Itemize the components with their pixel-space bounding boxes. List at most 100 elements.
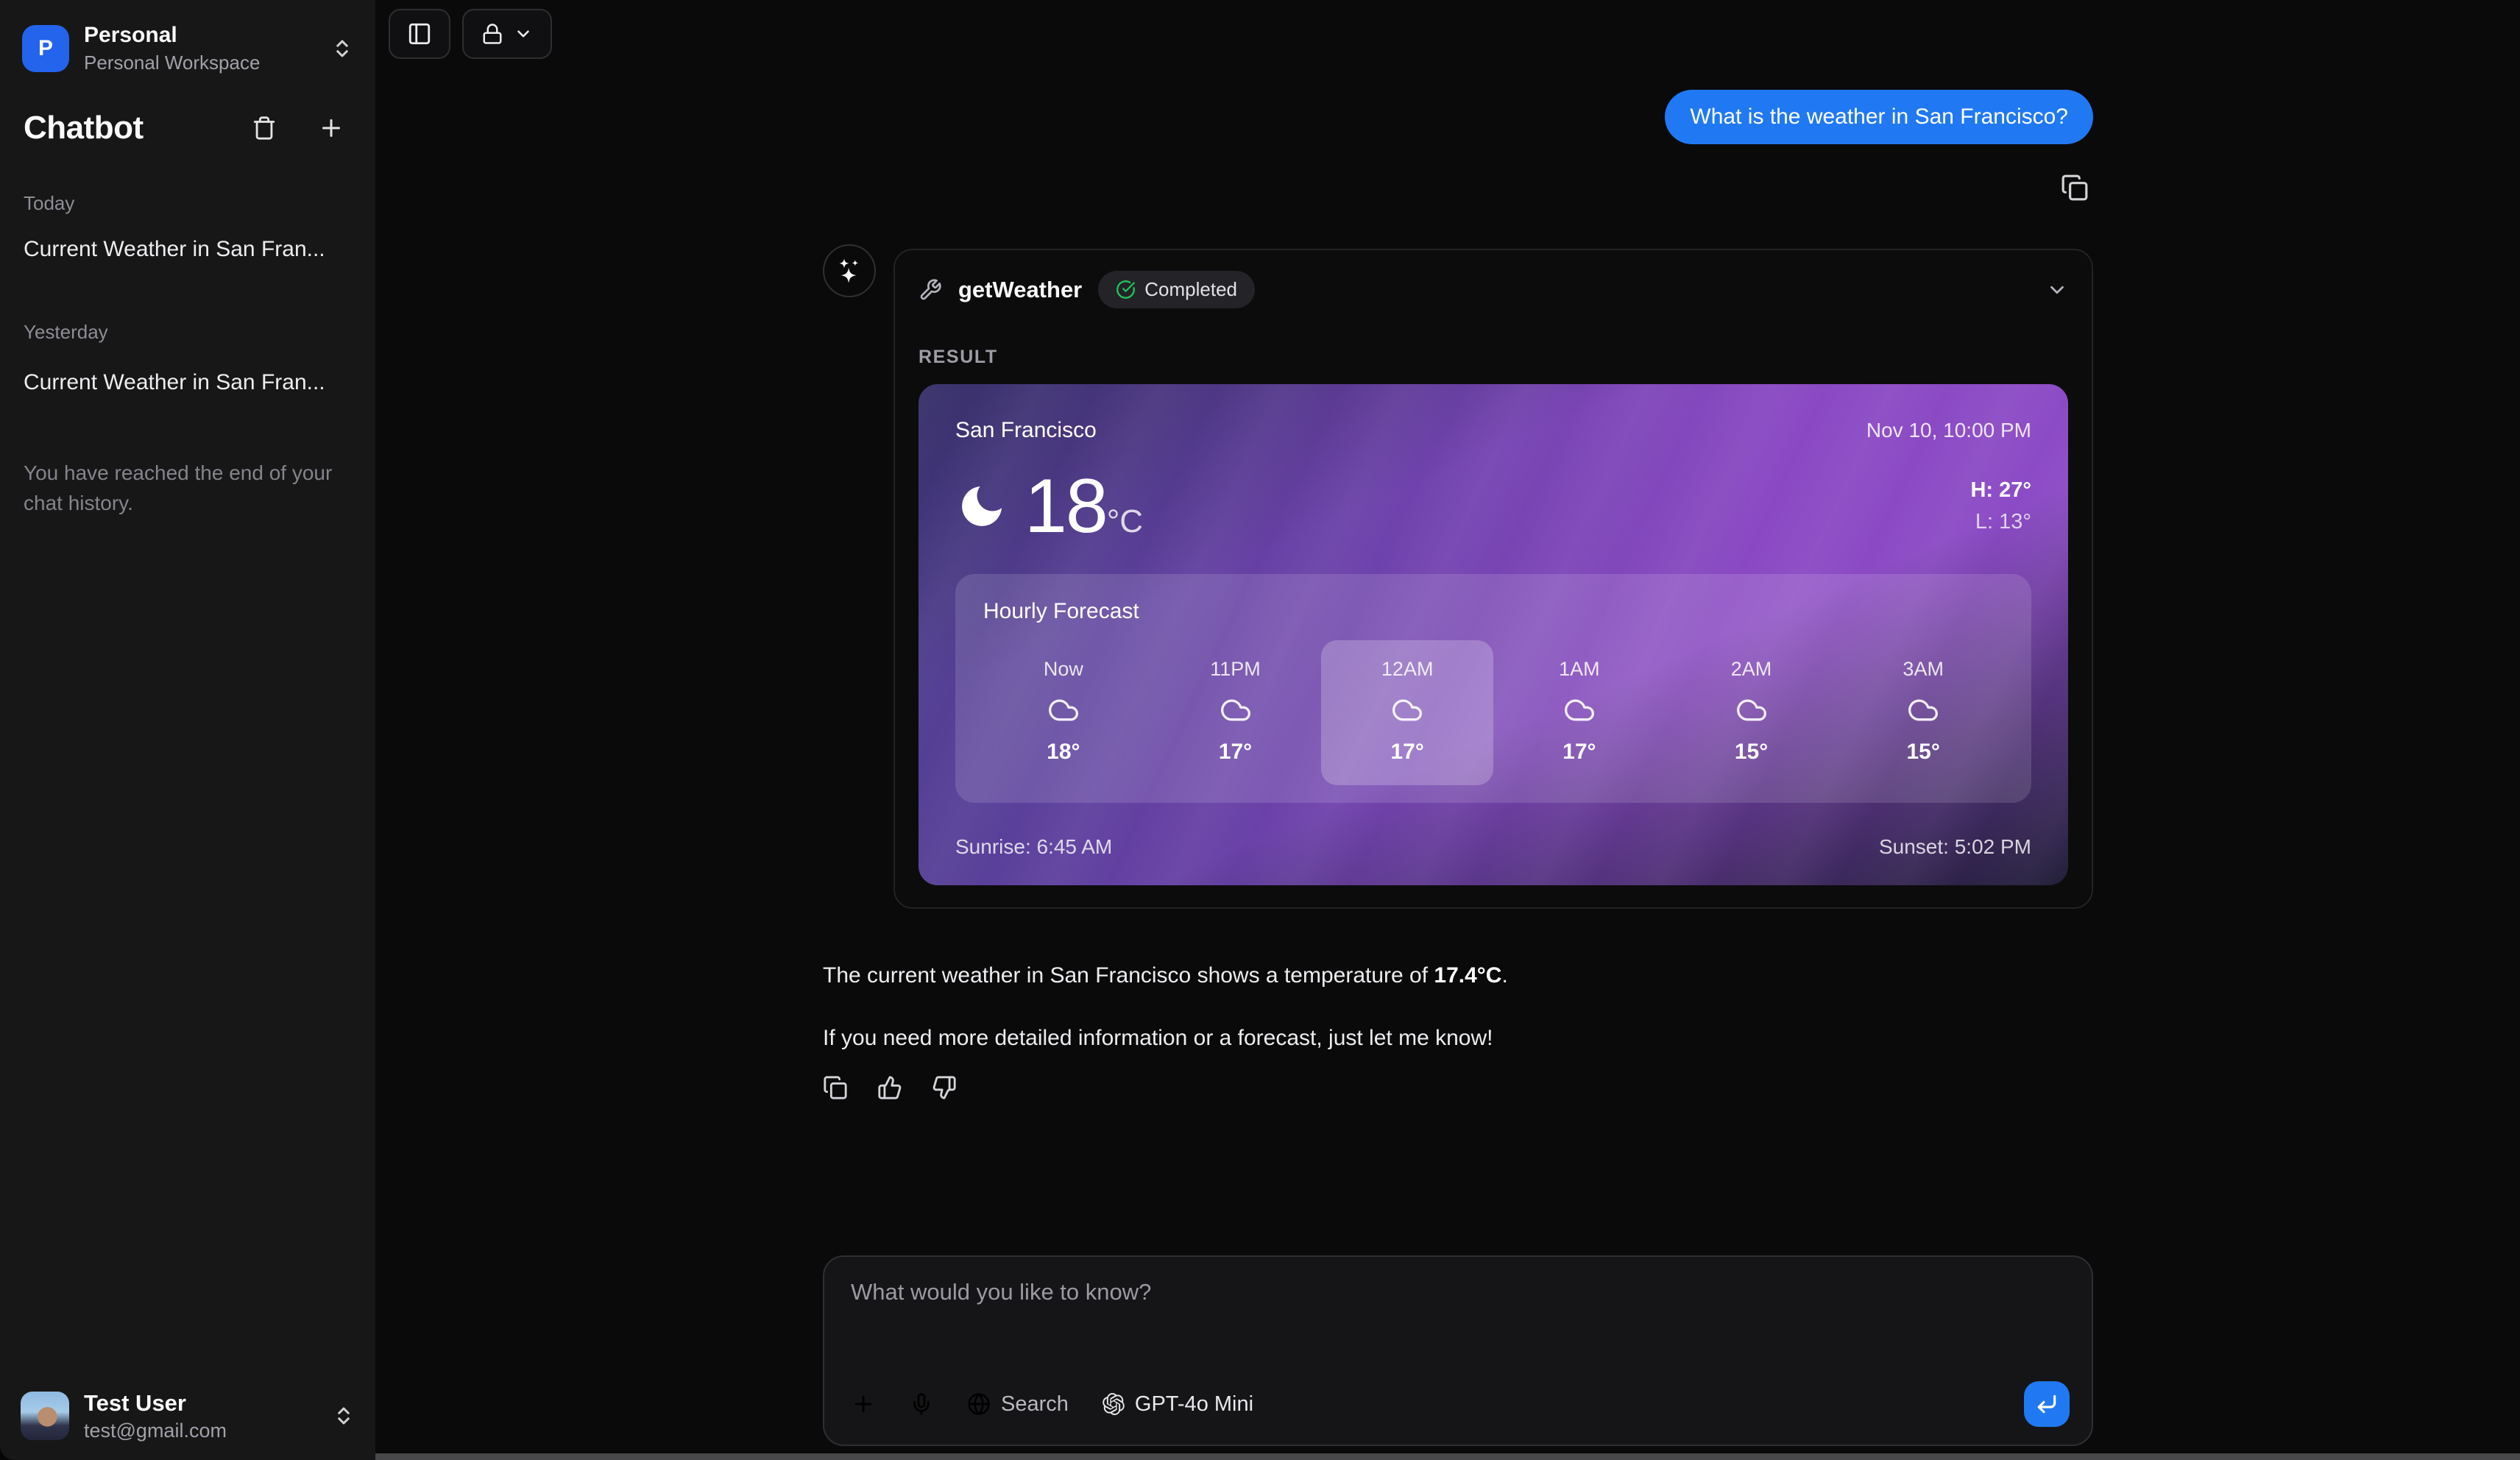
assistant-text-after: . (1501, 963, 1507, 988)
history-section-label: Yesterday (24, 321, 352, 344)
weather-high: H: 27° (1970, 475, 2031, 507)
chat-history: Today Current Weather in San Fran... Yes… (0, 192, 375, 518)
hour-temp: 18° (1047, 740, 1080, 765)
tool-collapse-button[interactable] (2046, 279, 2068, 301)
status-label: Completed (1144, 278, 1237, 301)
trash-icon (252, 116, 277, 141)
assistant-message-text: The current weather in San Francisco sho… (823, 959, 2093, 1055)
globe-icon (967, 1392, 991, 1416)
model-selector[interactable]: GPT-4o Mini (1102, 1392, 1253, 1417)
user-name: Test User (84, 1389, 318, 1417)
weather-temperature: 18°C (1024, 468, 1143, 545)
chevron-down-icon (2046, 279, 2068, 301)
hour-time: 3AM (1903, 658, 1944, 681)
openai-logo-icon (1102, 1393, 1125, 1415)
lock-icon (481, 23, 503, 45)
workspace-name: Personal (84, 22, 316, 49)
sunset-label: Sunset: 5:02 PM (1879, 835, 2031, 859)
hour-time: 12AM (1381, 658, 1434, 681)
hour-temp: 17° (1390, 740, 1423, 765)
attach-button[interactable] (851, 1392, 876, 1417)
user-message-bubble: What is the weather in San Francisco? (1665, 90, 2093, 144)
workspace-selector[interactable]: P Personal Personal Workspace (0, 0, 375, 74)
weather-high-low: H: 27° L: 13° (1970, 475, 2031, 539)
history-item-today[interactable]: Current Weather in San Fran... (24, 237, 352, 262)
panel-left-icon (407, 21, 432, 46)
hour-time: 1AM (1559, 658, 1600, 681)
sidebar: P Personal Personal Workspace Chatbot (0, 0, 375, 1460)
account-selector[interactable]: Test User test@gmail.com (21, 1389, 355, 1442)
hour-column: 11PM 17° (1150, 640, 1322, 785)
hour-temp: 15° (1735, 740, 1768, 765)
hour-temp: 17° (1562, 740, 1596, 765)
sidebar-header: Chatbot (24, 110, 344, 146)
copy-response-button[interactable] (823, 1075, 848, 1100)
delete-chats-button[interactable] (252, 116, 277, 141)
account-switcher-icon (333, 1405, 355, 1427)
mic-button[interactable] (910, 1392, 933, 1416)
workspace-switcher-icon (331, 38, 353, 60)
user-email: test@gmail.com (84, 1420, 318, 1442)
hour-time: Now (1044, 658, 1083, 681)
assistant-paragraph: If you need more detailed information or… (823, 1021, 2093, 1055)
sunrise-label: Sunrise: 6:45 AM (955, 835, 1112, 859)
user-meta: Test User test@gmail.com (84, 1389, 318, 1442)
dislike-button[interactable] (932, 1075, 957, 1100)
sun-times: Sunrise: 6:45 AM Sunset: 5:02 PM (955, 835, 2031, 859)
top-toolbar (389, 9, 552, 59)
composer: Search GPT-4o Mini (823, 1255, 2093, 1446)
plus-icon (318, 115, 344, 141)
sidebar-toggle-button[interactable] (389, 9, 450, 59)
hour-temp: 17° (1219, 740, 1252, 765)
message-input[interactable] (851, 1279, 2065, 1367)
hour-column: 2AM 15° (1666, 640, 1838, 785)
tool-call-header[interactable]: getWeather Completed (919, 271, 2068, 308)
history-item-yesterday[interactable]: Current Weather in San Fran... (24, 370, 352, 395)
hour-time: 11PM (1210, 658, 1261, 681)
composer-toolbar: Search GPT-4o Mini (851, 1381, 2070, 1427)
weather-header: San Francisco Nov 10, 10:00 PM (955, 418, 2031, 443)
hour-column: Now 18° (977, 640, 1150, 785)
web-search-toggle[interactable]: Search (967, 1392, 1069, 1417)
tool-call-card: getWeather Completed (893, 249, 2093, 909)
sidebar-header-actions (252, 115, 344, 141)
temp-value: 18 (1024, 464, 1107, 549)
assistant-avatar (823, 244, 876, 297)
weather-current: 18°C H: 27° L: 13° (955, 468, 2031, 545)
weather-city: San Francisco (955, 418, 1097, 443)
cloud-icon (1907, 694, 1939, 726)
cloud-icon (1563, 694, 1596, 726)
tool-name: getWeather (958, 277, 1082, 303)
cloud-icon (1047, 694, 1080, 726)
moon-icon (955, 480, 1008, 533)
hour-temp: 15° (1907, 740, 1940, 765)
weather-datetime: Nov 10, 10:00 PM (1866, 419, 2031, 442)
plus-icon (851, 1392, 876, 1417)
send-button[interactable] (2024, 1381, 2070, 1427)
copy-message-button[interactable] (2061, 174, 2089, 202)
like-button[interactable] (877, 1075, 902, 1100)
microphone-icon (910, 1392, 933, 1416)
copy-icon (2061, 174, 2089, 202)
new-chat-button[interactable] (318, 115, 344, 141)
history-end-message: You have reached the end of your chat hi… (24, 458, 333, 518)
assistant-message-actions (823, 1075, 2093, 1100)
hour-column: 1AM 17° (1493, 640, 1666, 785)
user-message-actions (823, 174, 2093, 202)
assistant-text-before: The current weather in San Francisco sho… (823, 963, 1434, 988)
conversation: What is the weather in San Francisco? (823, 0, 2093, 1100)
hourly-forecast-title: Hourly Forecast (977, 599, 2009, 624)
main-content: What is the weather in San Francisco? (375, 0, 2520, 1460)
cloud-icon (1391, 694, 1423, 726)
history-section-label: Today (24, 192, 352, 215)
visibility-dropdown[interactable] (462, 9, 552, 59)
wrench-icon (919, 278, 942, 302)
hour-column-active: 12AM 17° (1321, 640, 1493, 785)
user-message-row: What is the weather in San Francisco? (823, 90, 2093, 144)
check-circle-icon (1116, 280, 1136, 300)
result-label: RESULT (919, 347, 2068, 368)
workspace-avatar: P (22, 25, 69, 72)
bottom-scrollbar[interactable] (375, 1453, 2520, 1460)
workspace-subtitle: Personal Workspace (84, 52, 316, 74)
assistant-message-row: getWeather Completed (823, 249, 2093, 909)
